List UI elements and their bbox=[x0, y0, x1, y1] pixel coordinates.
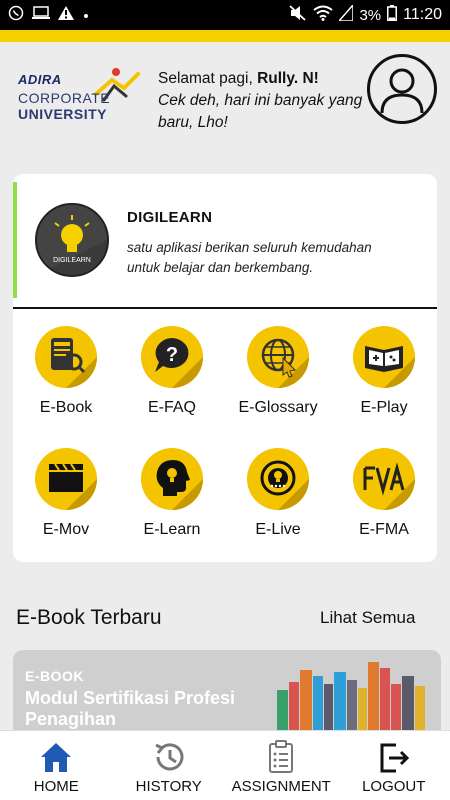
nav-label: ASSIGNMENT bbox=[231, 778, 331, 795]
menu-item-label: E-FMA bbox=[359, 521, 409, 538]
lightbulb-icon bbox=[37, 205, 107, 275]
battery-percent: 3% bbox=[359, 6, 382, 24]
accent-bar bbox=[0, 30, 450, 42]
clapperboard-icon bbox=[35, 448, 97, 510]
menu-item-emov[interactable]: E-Mov bbox=[13, 446, 119, 556]
nav-assignment[interactable]: ASSIGNMENT bbox=[225, 731, 338, 800]
digilearn-logo-label: DIGILEARN bbox=[53, 257, 91, 264]
battery-icon bbox=[387, 5, 398, 25]
see-all-link[interactable]: Lihat Semua bbox=[320, 608, 415, 628]
notification-dot-icon bbox=[82, 7, 90, 24]
history-icon bbox=[155, 743, 184, 771]
home-icon bbox=[41, 743, 72, 772]
menu-item-label: E-FAQ bbox=[147, 399, 196, 416]
live-broadcast-icon bbox=[247, 448, 309, 510]
menu-item-eglossary[interactable]: E-Glossary bbox=[225, 324, 331, 434]
logout-icon bbox=[380, 743, 409, 773]
header: ADIRA CORPORATE UNIVERSITY Selamat pagi,… bbox=[0, 42, 450, 160]
section-title: E-Book Terbaru bbox=[16, 606, 162, 629]
bottom-navigation: HOME HISTORY ASSIGNMENT LOGOUT bbox=[0, 730, 450, 800]
nav-label: HOME bbox=[33, 778, 79, 795]
greeting-message: Cek deh, hari ini banyak yang baru, Lho! bbox=[158, 92, 363, 131]
greeting: Selamat pagi, Rully. N! Cek deh, hari in… bbox=[158, 68, 363, 134]
ebook-icon bbox=[35, 326, 97, 388]
nav-logout[interactable]: LOGOUT bbox=[338, 731, 450, 800]
warning-icon bbox=[58, 6, 74, 24]
status-bar: 3% 11:20 bbox=[0, 0, 450, 30]
nav-history[interactable]: HISTORY bbox=[113, 731, 226, 800]
menu-item-label: E-Live bbox=[255, 521, 301, 538]
wifi-icon bbox=[313, 5, 334, 25]
menu-item-label: E-Glossary bbox=[238, 399, 318, 416]
faq-icon: ? bbox=[141, 326, 203, 388]
menu-item-efma[interactable]: E-FMA bbox=[331, 446, 437, 556]
greeting-prefix: Selamat pagi, bbox=[158, 70, 258, 87]
menu-item-ebook[interactable]: E-Book bbox=[13, 324, 119, 434]
menu-item-elearn[interactable]: E-Learn bbox=[119, 446, 225, 556]
globe-icon bbox=[247, 326, 309, 388]
clock: 11:20 bbox=[403, 6, 442, 23]
divider bbox=[13, 307, 437, 309]
nav-home[interactable]: HOME bbox=[0, 731, 113, 800]
menu-item-label: E-Book bbox=[39, 399, 93, 416]
ebook-tag: E-BOOK bbox=[25, 668, 84, 684]
nav-label: LOGOUT bbox=[362, 778, 426, 795]
profile-avatar-button[interactable] bbox=[367, 54, 437, 124]
menu-item-label: E-Learn bbox=[143, 521, 201, 538]
lightbulb-head-icon bbox=[141, 448, 203, 510]
whatsapp-icon bbox=[8, 5, 24, 25]
corporate-university-logo: ADIRA CORPORATE UNIVERSITY bbox=[16, 64, 141, 124]
svg-text:?: ? bbox=[166, 344, 178, 366]
menu-item-elive[interactable]: E-Live bbox=[225, 446, 331, 556]
logo-corporate: CORPORATE bbox=[18, 90, 111, 106]
user-name: Rully. N! bbox=[257, 70, 319, 87]
menu-item-label: E-Mov bbox=[42, 521, 90, 538]
banner-subtitle: satu aplikasi berikan seluruh kemudahan … bbox=[127, 240, 372, 275]
logo-brand: ADIRA bbox=[18, 72, 62, 87]
menu-item-efaq[interactable]: ? E-FAQ bbox=[119, 324, 225, 434]
gamepad-icon bbox=[353, 326, 415, 388]
mute-icon bbox=[289, 5, 307, 25]
ebook-title: Modul Sertifikasi Profesi Penagihan bbox=[25, 688, 236, 729]
user-icon bbox=[380, 68, 424, 114]
main-menu-card: DIGILEARN DIGILEARN satu aplikasi berika… bbox=[13, 174, 437, 562]
nav-label: HISTORY bbox=[135, 778, 202, 795]
fma-icon bbox=[353, 448, 415, 510]
clipboard-icon bbox=[269, 740, 294, 773]
laptop-icon bbox=[32, 6, 50, 24]
signal-icon bbox=[337, 3, 355, 25]
digilearn-banner: DIGILEARN DIGILEARN satu aplikasi berika… bbox=[13, 182, 437, 298]
digilearn-logo: DIGILEARN bbox=[35, 203, 109, 277]
menu-item-label: E-Play bbox=[360, 399, 408, 416]
menu-item-eplay[interactable]: E-Play bbox=[331, 324, 437, 434]
logo-university: UNIVERSITY bbox=[18, 106, 108, 122]
banner-title: DIGILEARN bbox=[127, 209, 213, 226]
